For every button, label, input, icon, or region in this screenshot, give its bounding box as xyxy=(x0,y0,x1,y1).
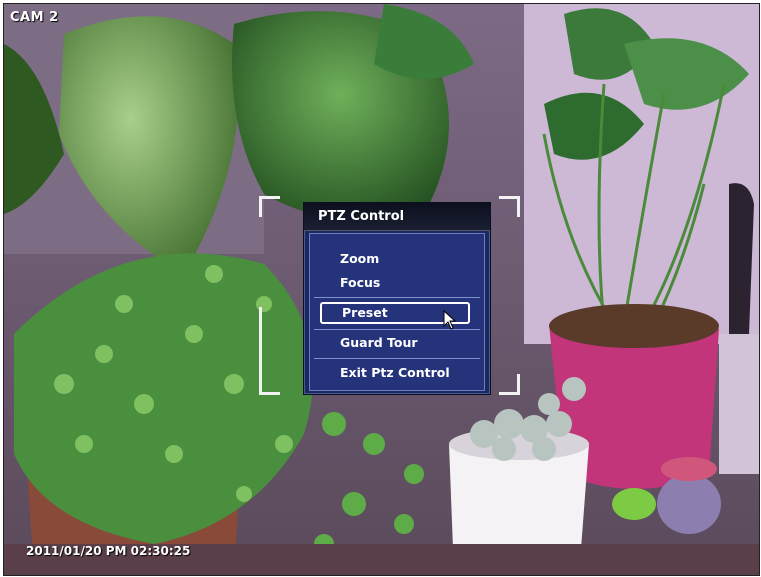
focus-bracket-left-edge xyxy=(259,307,262,377)
ptz-menu-item-zoom[interactable]: Zoom xyxy=(320,251,470,266)
timestamp-overlay: 2011/01/20 PM 02:30:25 xyxy=(26,544,191,558)
ptz-control-menu: PTZ Control Zoom Focus Preset Guard Tour… xyxy=(303,202,491,395)
ptz-menu-body: Zoom Focus Preset Guard Tour Exit Ptz Co… xyxy=(309,233,485,391)
camera-label: CAM 2 xyxy=(10,10,59,25)
focus-bracket-bottom-right xyxy=(499,374,520,395)
camera-view: CAM 2 2011/01/20 PM 02:30:25 PTZ Control… xyxy=(3,3,760,576)
ptz-menu-item-focus[interactable]: Focus xyxy=(320,275,470,290)
ptz-menu-item-exit-ptz-control[interactable]: Exit Ptz Control xyxy=(320,365,470,380)
mouse-pointer-icon xyxy=(443,310,457,330)
ptz-menu-divider xyxy=(314,358,480,359)
focus-bracket-top-right xyxy=(499,196,520,217)
focus-bracket-bottom-left xyxy=(259,374,280,395)
ptz-menu-divider xyxy=(314,297,480,298)
focus-bracket-top-left xyxy=(259,196,280,217)
ptz-menu-title: PTZ Control xyxy=(304,203,490,231)
ptz-menu-item-guard-tour[interactable]: Guard Tour xyxy=(320,335,470,350)
